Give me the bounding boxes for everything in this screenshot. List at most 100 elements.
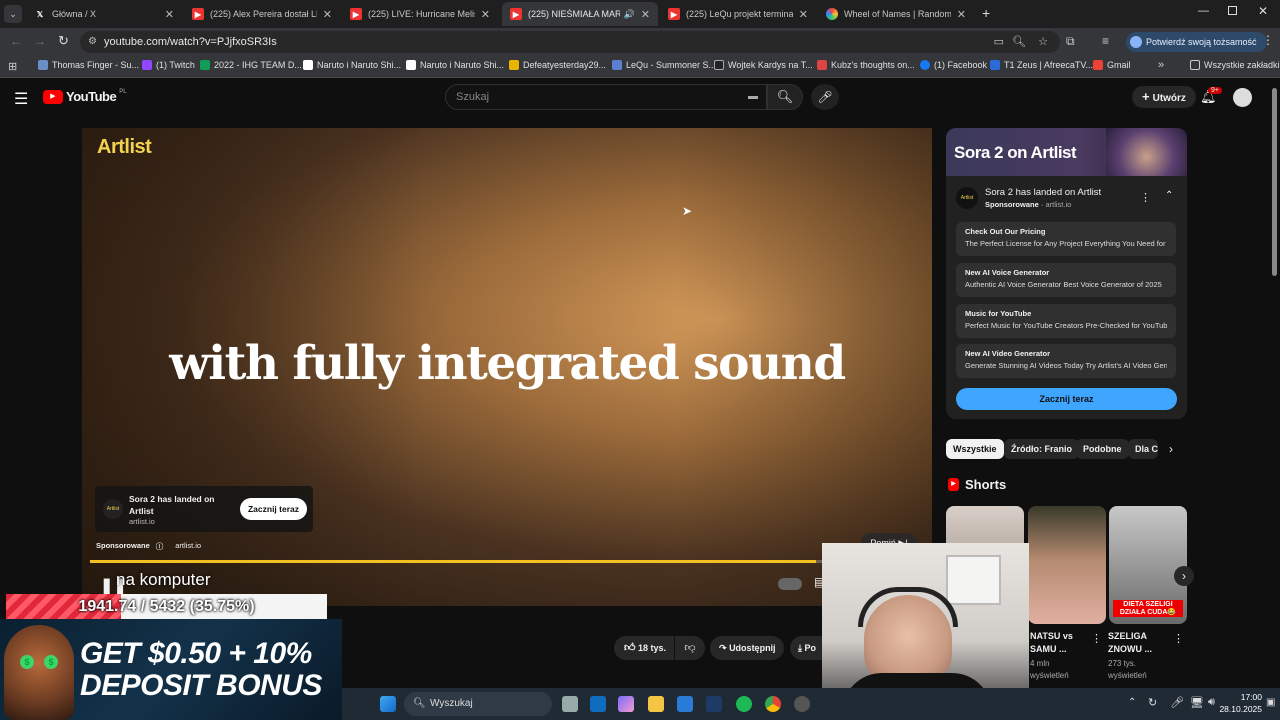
apps-grid-icon[interactable]: ⊞	[8, 60, 17, 73]
taskbar-time[interactable]: 17:00	[1236, 692, 1262, 702]
mic-tray-icon[interactable]: 🎤︎	[1170, 696, 1184, 709]
all-bookmarks-folder[interactable]: Wszystkie zakładki	[1190, 60, 1280, 70]
maximize-button[interactable]	[1228, 6, 1237, 15]
video-player[interactable]: Artlist with fully integrated sound ➤ Ar…	[82, 128, 932, 606]
close-tab-icon[interactable]: ✕	[957, 8, 966, 21]
bookmark-star-icon[interactable]: ☆	[1038, 31, 1048, 53]
bookmark-item[interactable]: Thomas Finger - Su...	[38, 60, 139, 70]
ad-link-item[interactable]: New AI Video Generator Generate Stunning …	[956, 344, 1176, 378]
autoplay-toggle[interactable]	[778, 578, 802, 590]
close-tab-icon[interactable]: ✕	[641, 8, 650, 21]
new-tab-button[interactable]: +	[982, 5, 990, 21]
notification-center-icon[interactable]: ▣	[1266, 697, 1275, 708]
app-icon[interactable]	[794, 696, 810, 712]
copilot-icon[interactable]	[618, 696, 634, 712]
close-window-button[interactable]: ✕	[1258, 4, 1268, 18]
progress-track[interactable]	[90, 560, 924, 563]
windows-start-icon[interactable]	[380, 696, 396, 712]
short-thumbnail[interactable]: DIETA SZELIGI DZIAŁA CUDA😂	[1109, 506, 1187, 624]
volume-icon[interactable]: 🔊︎	[1208, 696, 1215, 709]
photoshop-icon[interactable]	[706, 696, 722, 712]
tab-search-button[interactable]: ⌄	[4, 5, 22, 23]
address-bar[interactable]: ⚙ youtube.com/watch?v=PJjfxoSR3Is ▭ 🔍︎ ☆	[80, 31, 1060, 53]
bookmark-item[interactable]: Wojtek Kardys na T...	[714, 60, 813, 70]
profile-button[interactable]: Potwierdź swoją tożsamość	[1126, 32, 1267, 52]
short-more-icon[interactable]: ⋮	[1173, 632, 1184, 645]
search-input[interactable]: Szukaj ▬	[445, 84, 767, 110]
page-scrollbar[interactable]	[1272, 88, 1277, 276]
more-bookmarks-icon[interactable]: »	[1158, 59, 1164, 71]
chrome-icon[interactable]	[765, 696, 781, 712]
reload-icon[interactable]: ↻	[58, 33, 69, 49]
share-button[interactable]: ↷ Udostępnij	[710, 636, 784, 660]
tray-chevron-icon[interactable]: ⌃	[1128, 697, 1136, 708]
shorts-next-button[interactable]: ›	[1174, 566, 1194, 586]
bookmark-item[interactable]: Naruto i Naruto Shi...	[303, 60, 401, 70]
bookmark-item[interactable]: Defeatyesterday29...	[509, 60, 606, 70]
browser-tab[interactable]: ▶(225) Alex Pereira dostał LEKCJ...✕	[184, 4, 340, 24]
browser-tab-active[interactable]: ▶(225) NIEŚMIAŁA MARTA P...🔊✕	[502, 2, 658, 26]
chip-all[interactable]: Wszystkie	[946, 439, 1004, 459]
close-tab-icon[interactable]: ✕	[481, 8, 490, 21]
file-explorer-icon[interactable]	[648, 696, 664, 712]
close-tab-icon[interactable]: ✕	[323, 8, 332, 21]
store-icon[interactable]	[677, 696, 693, 712]
sync-icon[interactable]: ↻	[1148, 696, 1157, 709]
ad-overlay-card[interactable]: Artlist Sora 2 has landed on Artlist art…	[95, 486, 313, 532]
voice-search-button[interactable]: 🎤︎	[811, 84, 839, 110]
network-icon[interactable]: 🖥︎	[1190, 696, 1204, 709]
hamburger-menu-icon[interactable]: ☰	[14, 89, 28, 109]
cast-icon[interactable]: ▭	[994, 31, 1004, 53]
bookmark-item[interactable]: LeQu - Summoner S...	[612, 60, 716, 70]
media-icon[interactable]: ≡	[1102, 34, 1109, 48]
speaker-icon[interactable]: 🔊	[624, 9, 635, 20]
bookmark-item[interactable]: Kubz's thoughts on...	[817, 60, 915, 70]
chips-next-icon[interactable]: ›	[1169, 442, 1173, 456]
close-tab-icon[interactable]: ✕	[799, 8, 808, 21]
short-title[interactable]: NATSU vs SAMU ...	[1030, 630, 1086, 656]
bookmark-item[interactable]: (1) Facebook	[920, 60, 987, 70]
bookmark-item[interactable]: 2022 - IHG TEAM D...	[200, 60, 302, 70]
like-button[interactable]: 👍︎ 18 tys.	[614, 636, 674, 660]
ad-link-item[interactable]: Check Out Our Pricing The Perfect License…	[956, 222, 1176, 256]
chip-source[interactable]: Źródło: Franio	[1004, 439, 1079, 459]
taskbar-date[interactable]: 28.10.2025	[1216, 704, 1262, 714]
zoom-icon[interactable]: 🔍︎	[1012, 31, 1026, 53]
browser-tab[interactable]: ▶ (225) LeQu projekt terminator ✕	[660, 4, 816, 24]
search-button[interactable]: 🔍︎	[767, 84, 803, 110]
sidebar-ad-cta-button[interactable]: Zacznij teraz	[956, 388, 1177, 410]
browser-tab[interactable]: ▶(225) LIVE: Hurricane Melissa b...✕	[342, 4, 498, 24]
collapse-chevron-icon[interactable]: ⌃	[1165, 190, 1173, 201]
site-info-icon[interactable]: ⚙	[88, 31, 97, 53]
extensions-icon[interactable]: ⧉	[1066, 34, 1075, 49]
forward-icon[interactable]: →	[34, 34, 46, 48]
taskbar-search[interactable]: 🔍︎ Wyszukaj	[404, 692, 552, 716]
back-icon[interactable]: ←	[10, 34, 22, 48]
bookmark-item[interactable]: Gmail	[1093, 60, 1131, 70]
short-more-icon[interactable]: ⋮	[1091, 632, 1102, 645]
keyboard-icon[interactable]: ▬	[748, 85, 758, 109]
bookmark-item[interactable]: T1 Zeus | AfreecaTV...	[990, 60, 1093, 70]
more-options-icon[interactable]: ⋮	[1140, 191, 1151, 204]
menu-dots-icon[interactable]: ⋮	[1262, 33, 1274, 47]
browser-tab[interactable]: Wheel of Names | Random nam...✕	[818, 4, 974, 24]
bookmark-item[interactable]: (1) Twitch	[142, 60, 195, 70]
close-tab-icon[interactable]: ✕	[165, 8, 174, 21]
browser-tab[interactable]: 𝕏 Główna / X ✕	[26, 4, 182, 24]
chip-for-you[interactable]: Dla C	[1128, 439, 1158, 459]
create-button[interactable]: + Utwórz	[1132, 86, 1196, 108]
task-view-icon[interactable]	[562, 696, 578, 712]
bookmark-item[interactable]: Naruto i Naruto Shi...	[406, 60, 504, 70]
short-title[interactable]: SZELIGA ZNOWU ...	[1108, 630, 1168, 656]
user-avatar[interactable]	[1233, 88, 1252, 107]
spotify-icon[interactable]	[736, 696, 752, 712]
ad-link-item[interactable]: New AI Voice Generator Authentic AI Voice…	[956, 263, 1176, 297]
info-icon[interactable]: ⓘ	[156, 541, 164, 552]
short-thumbnail[interactable]	[1028, 506, 1106, 624]
dislike-button[interactable]: 👎︎	[675, 636, 705, 660]
ad-card-cta-button[interactable]: Zacznij teraz	[240, 498, 307, 520]
ad-link-item[interactable]: Music for YouTube Perfect Music for YouTu…	[956, 304, 1176, 338]
sidebar-ad-banner[interactable]: Sora 2 on Artlist	[946, 128, 1187, 176]
outlook-icon[interactable]	[590, 696, 606, 712]
youtube-logo[interactable]: ▶ YouTube PL	[43, 89, 127, 104]
